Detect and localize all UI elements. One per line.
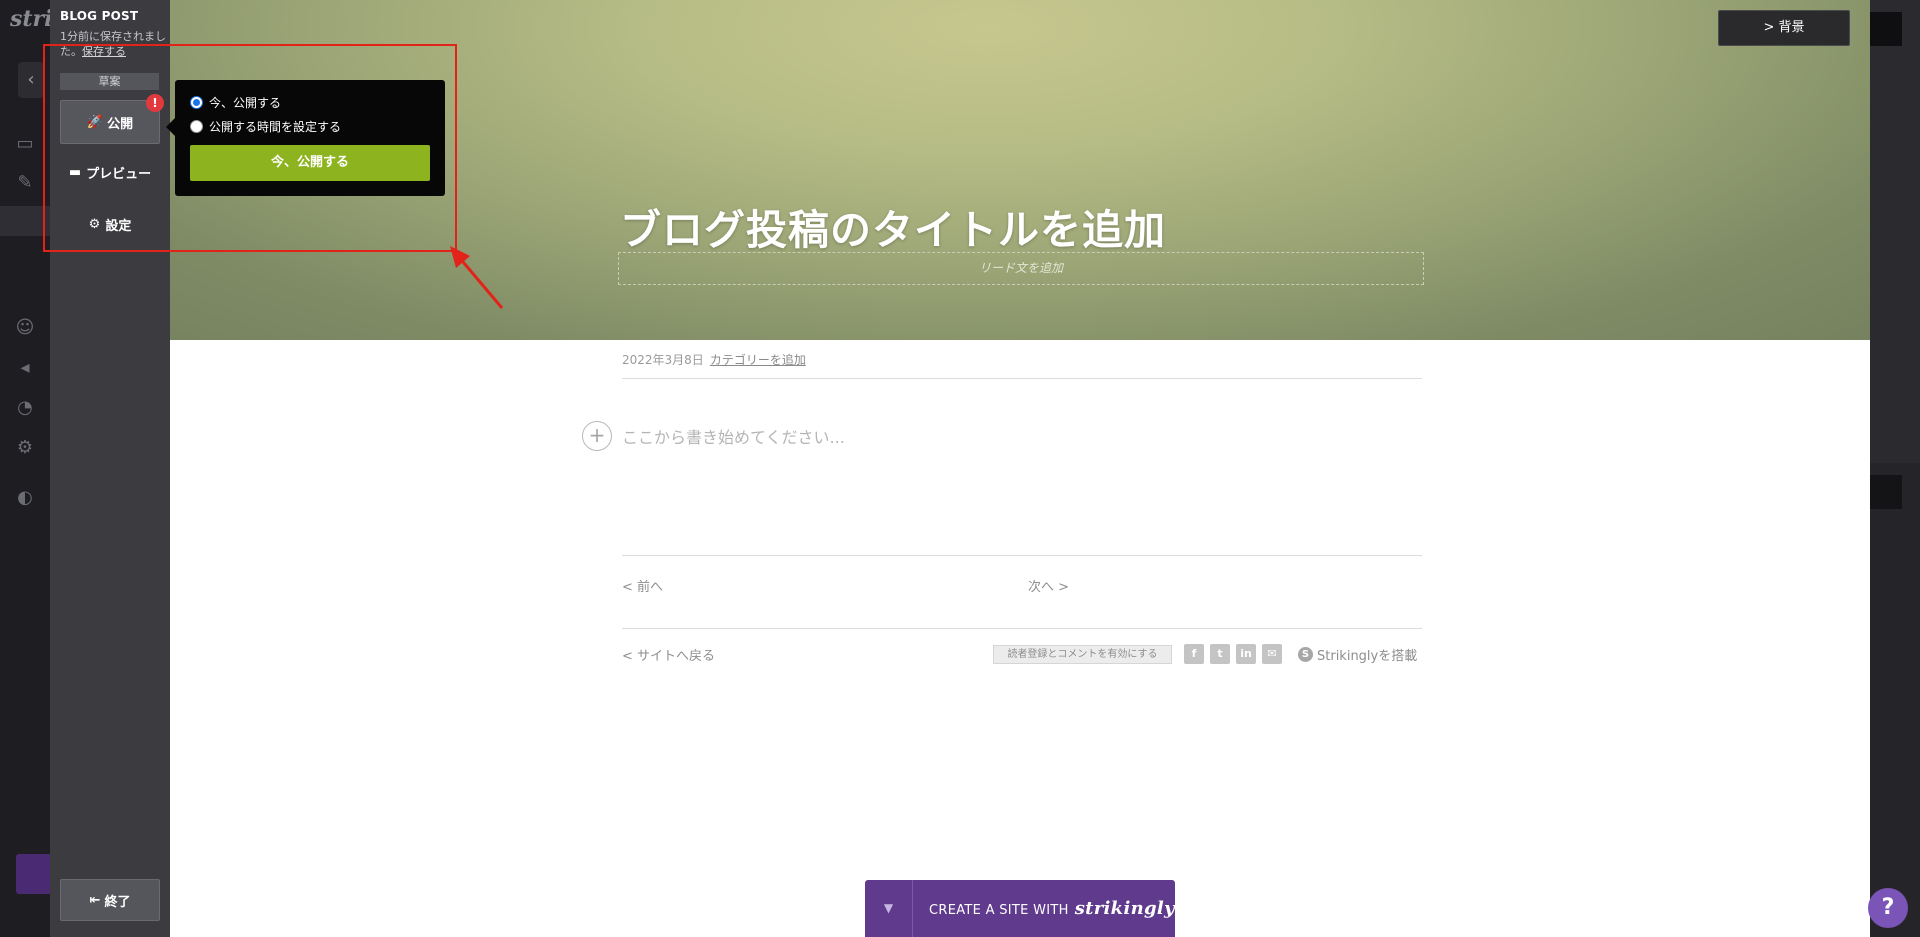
divider [622, 628, 1422, 629]
rocket-icon: 🚀 [86, 114, 104, 130]
body-editor[interactable]: ここから書き始めてください... [622, 424, 845, 448]
publish-button[interactable]: 🚀 公開 [60, 100, 160, 144]
dashboard-back-button[interactable]: ‹ [18, 62, 44, 98]
dashboard-right-button[interactable] [1870, 12, 1902, 46]
prev-post-link[interactable]: < 前へ [622, 576, 663, 595]
strikingly-logo-icon: S [1298, 647, 1313, 662]
back-to-site-link[interactable]: < サイトへ戻る [622, 645, 715, 664]
publish-popup: 今、公開する 公開する時間を設定する 今、公開する [175, 80, 445, 196]
schedule-publish-option[interactable]: 公開する時間を設定する [190, 118, 341, 135]
strikingly-brand: strikingly [1074, 898, 1175, 919]
exit-icon: ⇤ [89, 892, 101, 908]
post-date: 2022年3月8日 [622, 353, 704, 367]
enable-comments-button[interactable]: 読者登録とコメントを有効にする [993, 645, 1172, 664]
users-icon[interactable]: ☺ [14, 317, 36, 339]
pen-icon[interactable]: ✎ [14, 172, 36, 194]
powered-by-label: Strikinglyを搭載 [1317, 649, 1418, 664]
store-icon[interactable]: ▭ [14, 133, 36, 155]
exit-label: 終了 [104, 894, 131, 910]
dashboard-right-lower-button[interactable] [1870, 475, 1902, 509]
dashboard-active-item[interactable] [0, 206, 50, 236]
publish-now-button[interactable]: 今、公開する [190, 145, 430, 181]
radio-unselected[interactable] [190, 120, 203, 133]
settings-label: 設定 [105, 218, 132, 234]
publish-now-option-label: 今、公開する [209, 96, 282, 110]
publish-now-option[interactable]: 今、公開する [190, 94, 281, 111]
add-block-button[interactable]: + [582, 421, 612, 451]
save-status: 1分前に保存されました。保存する [60, 29, 168, 59]
create-site-banner[interactable]: ▼ CREATE A SITE WITH strikingly [865, 880, 1175, 937]
background-button[interactable]: > 背景 [1718, 10, 1850, 46]
lead-text-input[interactable]: リード文を追加 [618, 252, 1424, 285]
save-link[interactable]: 保存する [82, 45, 126, 58]
facebook-icon[interactable]: f [1184, 644, 1204, 664]
gear-icon: ⚙ [88, 216, 101, 232]
help-button[interactable]: ? [1868, 888, 1908, 928]
divider [622, 378, 1422, 379]
exit-button[interactable]: ⇤ 終了 [60, 879, 160, 921]
schedule-publish-option-label: 公開する時間を設定する [209, 120, 342, 134]
chevron-down-icon[interactable]: ▼ [865, 880, 913, 937]
divider [622, 555, 1422, 556]
gear-icon[interactable]: ⚙ [14, 437, 36, 459]
alert-badge: ! [146, 94, 164, 112]
editor-panel: BLOG POST 1分前に保存されました。保存する 草案 🚀 公開 ! ▬ プ… [50, 0, 170, 937]
monitor-icon: ▬ [68, 164, 82, 180]
panel-title: BLOG POST [60, 9, 139, 23]
dashboard-right-lower-panel [1870, 463, 1920, 937]
settings-button[interactable]: ⚙ 設定 [60, 206, 160, 242]
linkedin-icon[interactable]: in [1236, 644, 1256, 664]
megaphone-icon[interactable]: ◂ [14, 357, 36, 379]
create-site-label: CREATE A SITE WITH strikingly [913, 898, 1175, 919]
radio-selected[interactable] [190, 96, 203, 109]
toggle-icon[interactable]: ◐ [14, 487, 36, 509]
analytics-icon[interactable]: ◔ [14, 397, 36, 419]
add-category-link[interactable]: カテゴリーを追加 [710, 353, 806, 367]
publish-label: 公開 [107, 116, 134, 132]
post-title[interactable]: ブログ投稿のタイトルを追加 [620, 196, 1166, 256]
create-site-prefix: CREATE A SITE WITH [929, 903, 1069, 918]
twitter-icon[interactable]: t [1210, 644, 1230, 664]
email-icon[interactable]: ✉ [1262, 644, 1282, 664]
powered-by[interactable]: S Strikinglyを搭載 [1298, 645, 1417, 664]
post-meta: 2022年3月8日 カテゴリーを追加 [622, 351, 806, 368]
dashboard-upgrade-button[interactable] [16, 854, 50, 894]
draft-badge: 草案 [60, 73, 159, 90]
preview-label: プレビュー [86, 166, 152, 182]
next-post-link[interactable]: 次へ > [1028, 576, 1069, 595]
preview-button[interactable]: ▬ プレビュー [60, 154, 160, 190]
